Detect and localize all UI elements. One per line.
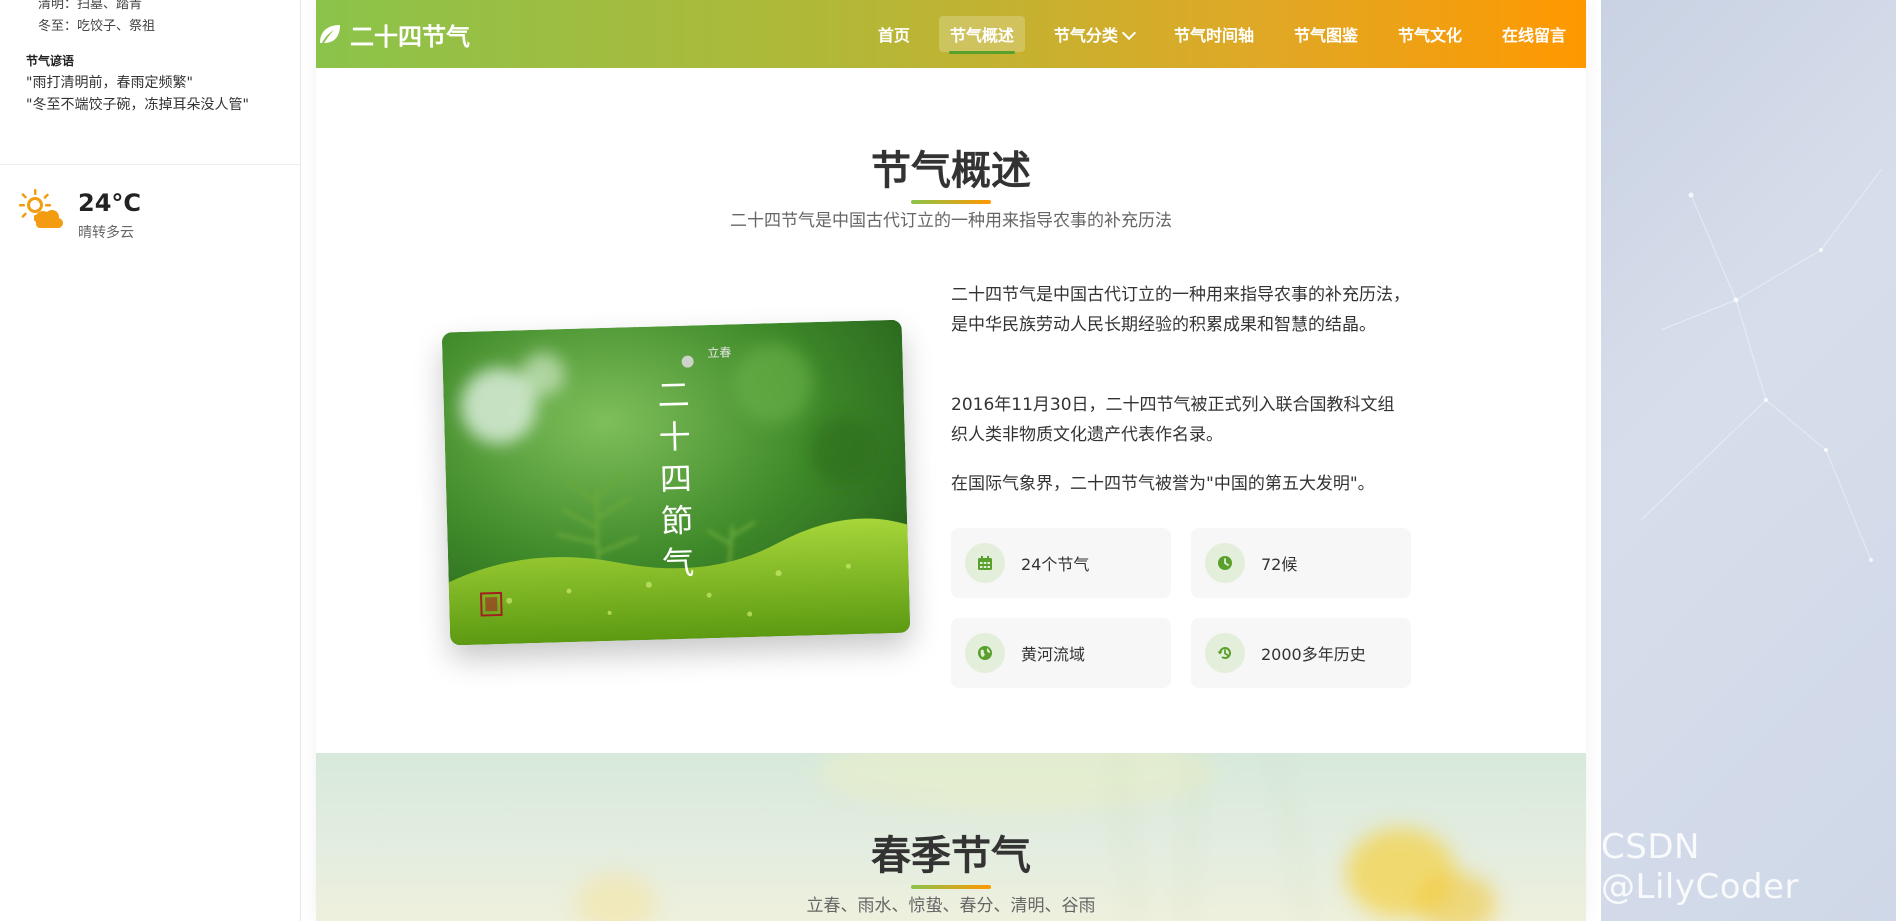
nav-guestbook[interactable]: 在线留言: [1491, 16, 1577, 52]
saying-item: "雨打清明前，春雨定频繁": [26, 75, 193, 91]
stat-card-history: 2000多年历史: [1191, 618, 1411, 688]
stat-label: 24个节气: [1021, 555, 1090, 574]
custom-item: 冬至：吃饺子、祭祖: [38, 19, 156, 34]
calendar-icon: [965, 543, 1005, 583]
brand-title: 二十四节气: [350, 22, 470, 51]
stat-card-region: 黄河流域: [951, 618, 1171, 688]
overview-paragraph: 二十四节气是中国古代订立的一种用来指导农事的补充历法，是中华民族劳动人民长期经验…: [951, 285, 1410, 335]
nav-home[interactable]: 首页: [867, 16, 921, 52]
section-title: 节气概述: [871, 148, 1031, 194]
leaf-icon: [320, 25, 340, 43]
image-char: 二: [657, 376, 690, 415]
weather-temp: 24°C: [78, 189, 142, 217]
overview-paragraph: 2016年11月30日，二十四节气被正式列入联合国教科文组织人类非物质文化遗产代…: [951, 395, 1395, 445]
saying-item: "冬至不端饺子碗，冻掉耳朵没人管": [26, 97, 249, 113]
network-lines-decoration: [1640, 169, 1882, 562]
nav-overview[interactable]: 节气概述: [938, 16, 1025, 54]
custom-item: 清明：扫墓、踏青: [38, 0, 143, 12]
customs-list: 清明：扫墓、踏青 冬至：吃饺子、祭祖 节气谚语 "雨打清明前，春雨定频繁" "冬…: [0, 0, 300, 116]
brand-logo[interactable]: 二十四节气: [316, 17, 470, 52]
background-panel: CSDN @LilyCoder: [1601, 0, 1896, 921]
clock-icon: [1205, 543, 1245, 583]
spring-title: 春季节气: [871, 833, 1031, 879]
chevron-down-icon: [1121, 25, 1137, 41]
sidebar: 清明：扫墓、踏青 冬至：吃饺子、祭祖 节气谚语 "雨打清明前，春雨定频繁" "冬…: [0, 0, 301, 921]
spring-title-underline: [911, 885, 991, 889]
nav-timeline[interactable]: 节气时间轴: [1163, 16, 1265, 52]
spring-section: 春季节气 立春、雨水、惊蛰、春分、清明、谷雨: [316, 753, 1586, 921]
history-icon: [1205, 633, 1245, 673]
stat-card-solar-terms: 24个节气: [951, 528, 1171, 598]
overview-image: 立春 二 十 四 節 气: [441, 319, 911, 646]
section-subtitle: 二十四节气是中国古代订立的一种用来指导农事的补充历法: [730, 211, 1172, 231]
sayings-list: "雨打清明前，春雨定频繁" "冬至不端饺子碗，冻掉耳朵没人管": [26, 72, 274, 116]
stat-label: 72候: [1261, 555, 1298, 574]
image-char: 十: [658, 418, 691, 457]
stat-label: 黄河流域: [1021, 645, 1086, 664]
weather-desc: 晴转多云: [78, 225, 134, 241]
weather-widget: 24°C 晴转多云: [18, 188, 141, 242]
spring-subtitle: 立春、雨水、惊蛰、春分、清明、谷雨: [806, 896, 1096, 916]
title-underline: [911, 200, 991, 204]
image-small-text: 立春: [707, 344, 731, 360]
nav-gallery[interactable]: 节气图鉴: [1283, 16, 1369, 52]
sidebar-divider: [0, 164, 300, 165]
sayings-heading: 节气谚语: [26, 54, 75, 68]
nav-categories-label: 节气分类: [1053, 26, 1118, 45]
stat-label: 2000多年历史: [1261, 645, 1366, 664]
overview-paragraph: 在国际气象界，二十四节气被誉为"中国的第五大发明"。: [951, 474, 1375, 494]
stat-card-pentads: 72候: [1191, 528, 1411, 598]
nav-culture[interactable]: 节气文化: [1387, 16, 1473, 52]
image-char: 气: [662, 544, 695, 583]
image-char: 四: [659, 460, 692, 499]
main-content: 二十四节气 首页 节气概述 节气分类 节气时间轴 节气图鉴 节气文化 在线留言 …: [316, 0, 1586, 921]
watermark: CSDN @LilyCoder: [1601, 827, 1799, 907]
image-char: 節: [661, 502, 694, 541]
main-nav: 首页 节气概述 节气分类 节气时间轴 节气图鉴 节气文化 在线留言: [858, 0, 1586, 68]
navbar: 二十四节气 首页 节气概述 节气分类 节气时间轴 节气图鉴 节气文化 在线留言: [316, 0, 1586, 68]
globe-icon: [965, 633, 1005, 673]
nav-categories[interactable]: 节气分类: [1043, 16, 1145, 52]
sun-cloud-icon: [18, 188, 64, 234]
